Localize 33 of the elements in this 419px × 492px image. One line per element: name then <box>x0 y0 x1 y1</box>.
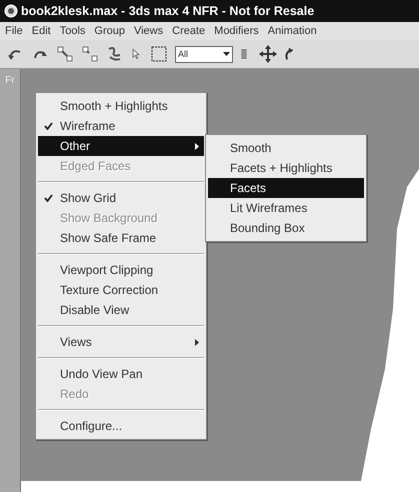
caret-icon <box>223 52 230 56</box>
menu-bar-item[interactable]: Group <box>94 25 125 37</box>
menu-item[interactable]: Facets + Highlights <box>208 158 364 178</box>
menu-item[interactable]: Texture Correction <box>38 280 204 300</box>
menu-item[interactable]: Views <box>38 332 204 352</box>
menu-item[interactable]: Undo View Pan <box>38 364 204 384</box>
menu-bar-item[interactable]: Tools <box>60 25 86 37</box>
menu-item[interactable]: Other <box>38 136 204 156</box>
unlink-icon[interactable] <box>81 45 99 63</box>
viewport-label: Fr <box>5 75 15 86</box>
menu-bar-item[interactable]: Create <box>172 25 206 37</box>
menu-bar-item[interactable]: Edit <box>32 25 51 37</box>
selection-filter-dropdown[interactable]: All <box>175 46 233 62</box>
menu-item[interactable]: Configure... <box>38 416 204 436</box>
move-icon[interactable] <box>259 45 277 63</box>
window-title: book2klesk.max - 3ds max 4 NFR - Not for Resale <box>21 4 314 18</box>
menu-item[interactable]: Viewport Clipping <box>38 260 204 280</box>
menu-item[interactable]: Bounding Box <box>208 218 364 238</box>
menu-item[interactable]: Smooth <box>208 138 364 158</box>
menu-bar-item[interactable]: File <box>5 25 23 37</box>
menu-bar-item[interactable]: Animation <box>268 25 317 37</box>
menu-item[interactable]: Show Grid <box>38 188 204 208</box>
menu-item[interactable]: Smooth + Highlights <box>38 96 204 116</box>
link-icon[interactable] <box>56 45 74 63</box>
menu-item[interactable]: Lit Wireframes <box>208 198 364 218</box>
menu-item[interactable]: Wireframe <box>38 116 204 136</box>
menu-item[interactable]: Disable View <box>38 300 204 320</box>
menu-item[interactable]: Show Safe Frame <box>38 228 204 248</box>
menu-item[interactable]: Facets <box>208 178 364 198</box>
region-select-icon[interactable] <box>150 45 168 63</box>
app-icon <box>4 4 18 18</box>
menu-bar-item[interactable]: Views <box>134 25 164 37</box>
menu-bar-item[interactable]: Modifiers <box>214 25 259 37</box>
